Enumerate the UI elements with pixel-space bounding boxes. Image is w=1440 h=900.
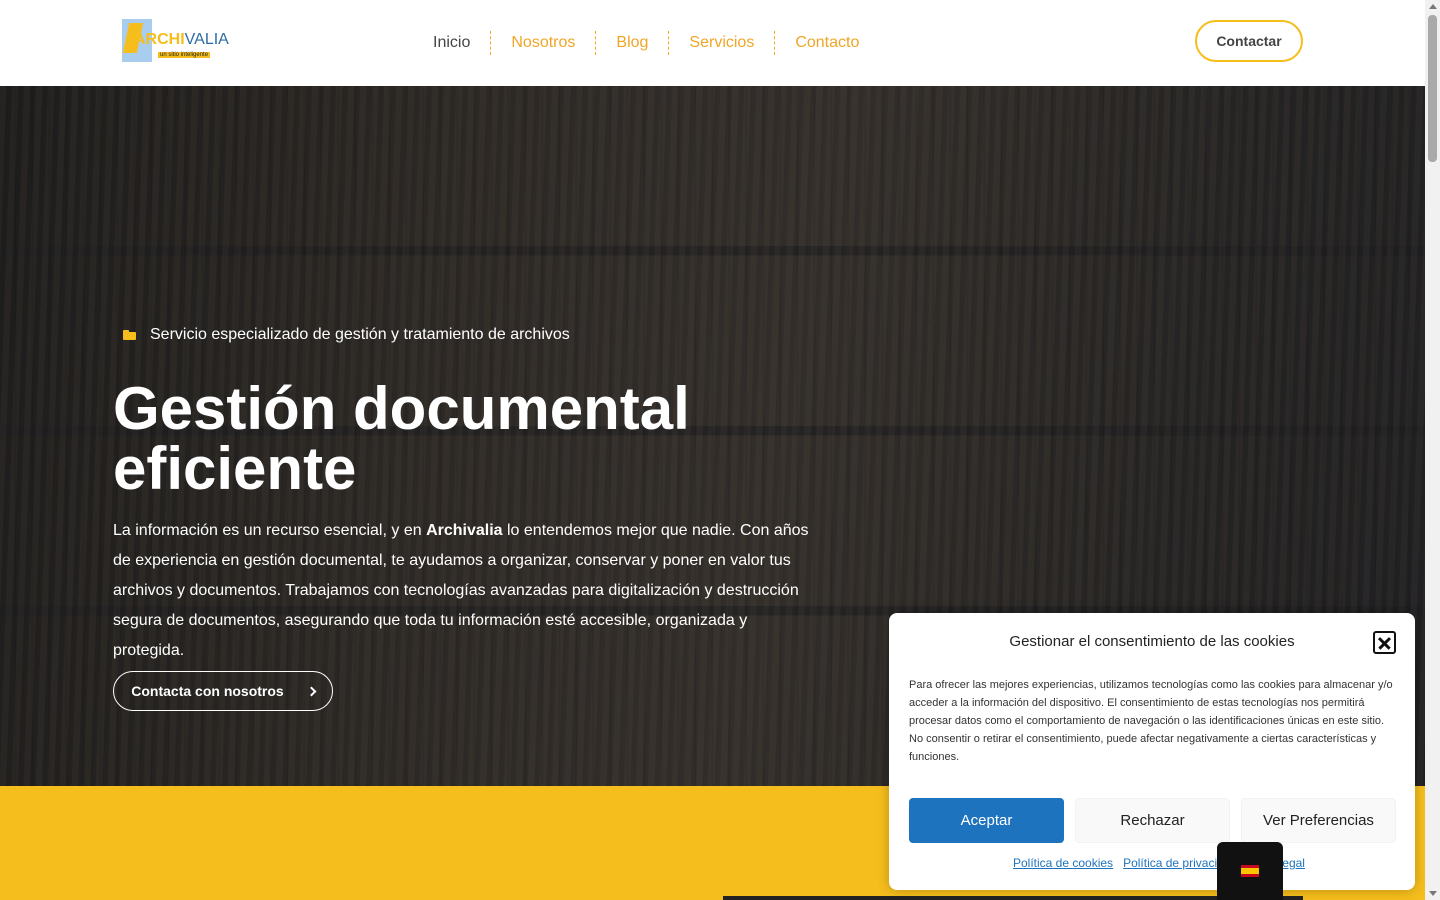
contacta-con-nosotros-button[interactable]: Contacta con nosotros xyxy=(113,671,333,711)
scroll-up-arrow-icon[interactable] xyxy=(1429,4,1437,9)
nav-item-contacto[interactable]: Contacto xyxy=(774,31,879,55)
spain-flag-icon xyxy=(1241,865,1259,877)
cookie-dialog-body: Para ofrecer las mejores experiencias, u… xyxy=(909,679,1393,763)
cookie-actions: Aceptar Rechazar Ver Preferencias xyxy=(909,798,1396,843)
section-image-edge xyxy=(723,896,1303,900)
hero-title: Gestión documental eficiente xyxy=(113,375,690,502)
nav-item-inicio[interactable]: Inicio xyxy=(413,31,490,55)
scroll-thumb[interactable] xyxy=(1428,15,1437,162)
view-preferences-button[interactable]: Ver Preferencias xyxy=(1241,798,1396,843)
cookie-dialog-title: Gestionar el consentimiento de las cooki… xyxy=(1009,633,1295,650)
chevron-right-icon xyxy=(306,686,317,696)
cookie-policy-link[interactable]: Política de cookies xyxy=(1013,856,1113,870)
reject-cookies-button[interactable]: Rechazar xyxy=(1075,798,1230,843)
hero-button-label: Contacta con nosotros xyxy=(131,683,284,699)
cookie-consent-dialog: Gestionar el consentimiento de las cooki… xyxy=(889,613,1415,890)
brand-name: Archivalia xyxy=(426,522,503,539)
logo-wordmark: ARCHIVALIA xyxy=(134,31,229,48)
main-nav: Inicio Nosotros Blog Servicios Contacto xyxy=(413,31,879,55)
language-switcher[interactable] xyxy=(1217,842,1283,900)
logo-tagline: un sitio inteligente xyxy=(158,52,211,58)
nav-item-nosotros[interactable]: Nosotros xyxy=(490,31,595,55)
accept-cookies-button[interactable]: Aceptar xyxy=(909,798,1064,843)
archivalia-logo[interactable]: ARCHIVALIA un sitio inteligente xyxy=(122,19,229,63)
close-icon[interactable] xyxy=(1373,631,1396,654)
scroll-down-arrow-icon[interactable] xyxy=(1429,891,1437,896)
nav-item-servicios[interactable]: Servicios xyxy=(668,31,774,55)
nav-item-blog[interactable]: Blog xyxy=(595,31,668,55)
folder-open-icon xyxy=(123,330,136,340)
hero-eyebrow: Servicio especializado de gestión y trat… xyxy=(123,326,570,344)
hero-eyebrow-text: Servicio especializado de gestión y trat… xyxy=(150,326,570,343)
page-scrollbar[interactable] xyxy=(1425,0,1440,900)
site-header: ARCHIVALIA un sitio inteligente Inicio N… xyxy=(0,0,1425,86)
contactar-button[interactable]: Contactar xyxy=(1195,20,1303,62)
hero-description: La información es un recurso esencial, y… xyxy=(113,522,809,659)
